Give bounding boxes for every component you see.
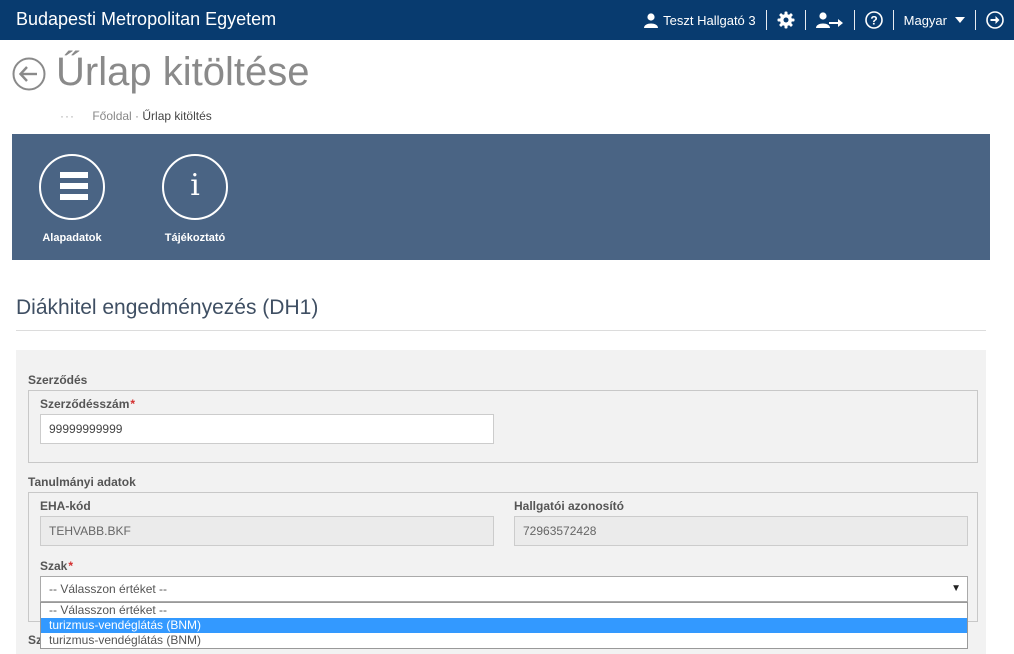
breadcrumb-separator: · (135, 109, 140, 123)
tile-label: Tájékoztató (164, 232, 226, 244)
breadcrumb-current: Űrlap kitöltés (142, 109, 212, 123)
nav-divider (765, 10, 767, 30)
svg-text:?: ? (870, 14, 877, 28)
student-id-field: 72963572428 (514, 516, 968, 546)
contract-number-input[interactable]: 99999999999 (40, 414, 494, 444)
nav-divider (853, 10, 855, 30)
contract-number-label: Szerződésszám* (40, 397, 136, 411)
nav-divider (975, 10, 976, 30)
divider (16, 330, 986, 331)
dropdown-option[interactable]: turizmus-vendéglátás (BNM) (41, 633, 967, 648)
dropdown-option-highlighted[interactable]: turizmus-vendéglátás (BNM) (41, 618, 967, 633)
user-menu[interactable]: Teszt Hallgató 3 (633, 0, 766, 40)
role-switch-button[interactable] (806, 0, 854, 40)
breadcrumb-dots: ··· (60, 109, 75, 123)
role-switch-icon (815, 11, 844, 29)
tile-alapadatok[interactable]: Alapadatok (22, 154, 122, 244)
caret-down-icon (955, 17, 965, 23)
dropdown-arrow-icon: ▼ (951, 583, 961, 594)
dropdown-option[interactable]: -- Válasszon értéket -- (41, 603, 967, 618)
breadcrumb: ··· Főoldal · Űrlap kitöltés (60, 109, 212, 123)
form-navigation-panel: Alapadatok i Tájékoztató (12, 134, 990, 260)
breadcrumb-home-link[interactable]: Főoldal (92, 109, 131, 123)
section-label-study: Tanulmányi adatok (28, 475, 136, 489)
help-button[interactable]: ? (855, 0, 893, 40)
eha-code-field: TEHVABB.BKF (40, 516, 494, 546)
section-label-contract: Szerződés (28, 373, 88, 387)
brand-title[interactable]: Budapesti Metropolitan Egyetem (16, 9, 276, 30)
tile-label: Alapadatok (42, 232, 102, 244)
major-dropdown-list: -- Válasszon értéket -- turizmus-vendégl… (40, 602, 968, 649)
gear-icon (777, 11, 795, 29)
help-icon: ? (864, 11, 883, 29)
major-select[interactable]: -- Válasszon értéket -- ▼ (40, 576, 968, 602)
user-name: Teszt Hallgató 3 (663, 12, 756, 28)
eha-code-label: EHA-kód (40, 499, 91, 513)
top-bar: Budapesti Metropolitan Egyetem Teszt Hal… (0, 0, 1014, 40)
language-label: Magyar (903, 12, 947, 28)
info-icon: i (162, 154, 228, 220)
form-title: Diákhitel engedményezés (DH1) (16, 296, 319, 319)
list-icon (39, 154, 105, 220)
top-nav: Teszt Hallgató 3 ? Magyar (633, 0, 1014, 40)
student-id-label: Hallgatói azonosító (514, 499, 625, 513)
user-icon (643, 12, 659, 28)
logout-icon (986, 11, 1004, 29)
nav-divider (892, 10, 894, 30)
back-arrow-icon[interactable] (12, 57, 46, 91)
major-label: Szak* (40, 559, 74, 573)
page-title: Űrlap kitöltése (56, 50, 310, 94)
logout-button[interactable] (976, 0, 1014, 40)
major-select-value: -- Válasszon értéket -- (49, 582, 168, 596)
language-select[interactable]: Magyar (894, 0, 975, 40)
settings-button[interactable] (767, 0, 805, 40)
nav-divider (804, 10, 806, 30)
tile-tajekoztato[interactable]: i Tájékoztató (145, 154, 245, 244)
